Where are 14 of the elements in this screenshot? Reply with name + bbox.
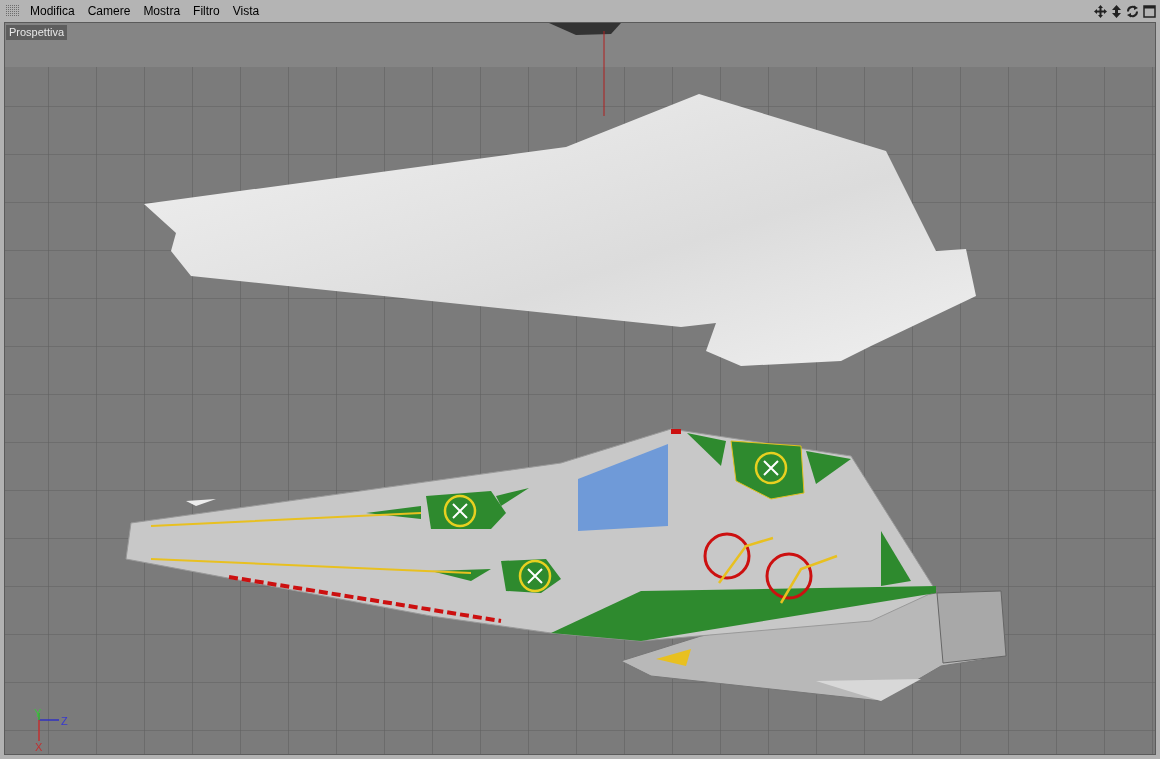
x-axis-label: X xyxy=(35,741,43,753)
menu-item[interactable]: Vista xyxy=(232,2,260,20)
menu-item[interactable]: Camere xyxy=(87,2,131,20)
menu-item[interactable]: Modifica xyxy=(30,2,75,20)
z-axis-label: Z xyxy=(61,715,68,727)
grip-icon[interactable] xyxy=(6,5,20,17)
vertical-arrows-icon[interactable] xyxy=(1111,4,1122,18)
view-label: Prospettiva xyxy=(6,25,68,40)
maximize-icon[interactable] xyxy=(1143,4,1156,18)
y-axis-label: Y xyxy=(34,707,42,719)
menu-item[interactable]: Filtro xyxy=(193,2,220,20)
menu-item[interactable]: Mostra xyxy=(143,2,181,20)
move-icon[interactable] xyxy=(1094,4,1107,18)
rotate-icon[interactable] xyxy=(1126,4,1139,18)
